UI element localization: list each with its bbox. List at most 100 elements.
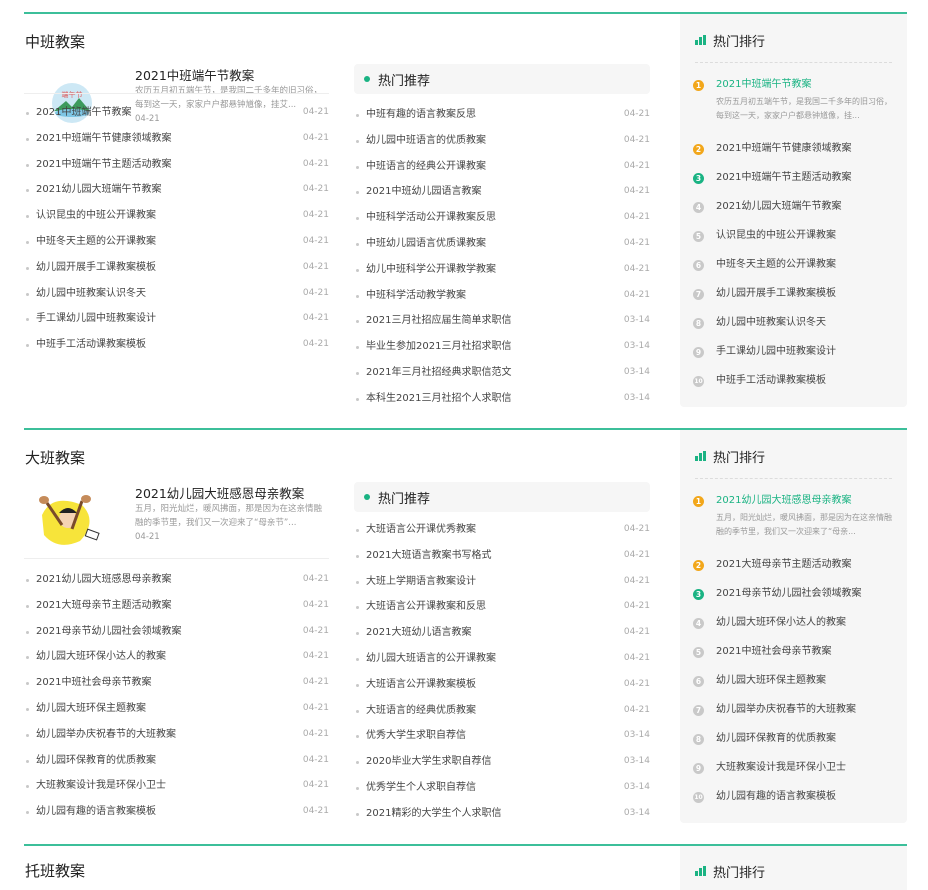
list-item[interactable]: 幼儿园举办庆祝春节的大班教案 04-21 <box>24 722 329 748</box>
list-item[interactable]: 2021幼儿园大班端午节教案 04-21 <box>24 177 329 203</box>
rank-title[interactable]: 大班教案设计我是环保小卫士 <box>716 761 846 775</box>
rank-title[interactable]: 幼儿园举办庆祝春节的大班教案 <box>716 703 856 717</box>
rank-title[interactable]: 中班手工活动课教案模板 <box>716 374 826 388</box>
list-item[interactable]: 中班语言的经典公开课教案 04-21 <box>354 154 650 180</box>
rank-title[interactable]: 2021中班端午节健康领域教案 <box>716 142 851 156</box>
list-item[interactable]: 2021中班端午节教案 04-21 <box>24 100 329 126</box>
featured-title[interactable]: 2021中班端午节教案 <box>135 65 254 84</box>
list-item[interactable]: 2020毕业大学生求职自荐信 03-14 <box>354 749 650 775</box>
list-item[interactable]: 幼儿园大班环保主题教案 04-21 <box>24 696 329 722</box>
rank-title[interactable]: 幼儿园中班教案认识冬天 <box>716 316 826 330</box>
item-title[interactable]: 幼儿园大班语言的公开课教案 <box>366 646 496 672</box>
item-title[interactable]: 幼儿园有趣的语言教案模板 <box>36 799 156 825</box>
ranking-item[interactable]: 1 2021幼儿园大班感恩母亲教案 五月，阳光灿烂，暖风拂面，那是因为在这亲情融融的… <box>693 494 895 558</box>
list-item[interactable]: 优秀大学生求职自荐信 03-14 <box>354 723 650 749</box>
ranking-item[interactable]: 9 手工课幼儿园中班教案设计 <box>693 345 895 374</box>
featured-article[interactable]: 2021幼儿园大班感恩母亲教案 五月，阳光灿烂，暖风拂面，那是因为在这亲情融融的… <box>24 483 329 553</box>
list-item[interactable]: 2021中班端午节主题活动教案 04-21 <box>24 152 329 178</box>
item-title[interactable]: 2021幼儿园大班感恩母亲教案 <box>36 567 171 593</box>
rank-title[interactable]: 2021中班端午节主题活动教案 <box>716 171 851 185</box>
item-title[interactable]: 2021大班母亲节主题活动教案 <box>36 593 171 619</box>
list-item[interactable]: 大班语言公开课教案模板 04-21 <box>354 672 650 698</box>
list-item[interactable]: 2021大班母亲节主题活动教案 04-21 <box>24 593 329 619</box>
item-title[interactable]: 优秀学生个人求职自荐信 <box>366 775 476 801</box>
ranking-item[interactable]: 3 2021母亲节幼儿园社会领域教案 <box>693 587 895 616</box>
list-item[interactable]: 2021大班幼儿语言教案 04-21 <box>354 620 650 646</box>
item-title[interactable]: 2021中班端午节健康领域教案 <box>36 126 171 152</box>
rank-title[interactable]: 幼儿园有趣的语言教案模板 <box>716 790 836 804</box>
list-item[interactable]: 幼儿园环保教育的优质教案 04-21 <box>24 748 329 774</box>
ranking-item[interactable]: 2 2021中班端午节健康领域教案 <box>693 142 895 171</box>
item-title[interactable]: 2021母亲节幼儿园社会领域教案 <box>36 619 181 645</box>
item-title[interactable]: 幼儿园大班环保小达人的教案 <box>36 644 166 670</box>
item-title[interactable]: 大班教案设计我是环保小卫士 <box>36 773 166 799</box>
rank-title[interactable]: 手工课幼儿园中班教案设计 <box>716 345 836 359</box>
item-title[interactable]: 中班手工活动课教案模板 <box>36 332 146 358</box>
item-title[interactable]: 2021中班社会母亲节教案 <box>36 670 151 696</box>
rank-title[interactable]: 幼儿园大班环保小达人的教案 <box>716 616 846 630</box>
ranking-item[interactable]: 10 幼儿园有趣的语言教案模板 <box>693 790 895 819</box>
item-title[interactable]: 大班语言公开课优秀教案 <box>366 517 476 543</box>
rank-title[interactable]: 2021母亲节幼儿园社会领域教案 <box>716 587 861 601</box>
list-item[interactable]: 手工课幼儿园中班教案设计 04-21 <box>24 306 329 332</box>
item-title[interactable]: 2021大班幼儿语言教案 <box>366 620 471 646</box>
list-item[interactable]: 大班语言公开课优秀教案 04-21 <box>354 517 650 543</box>
ranking-item[interactable]: 2 2021大班母亲节主题活动教案 <box>693 558 895 587</box>
list-item[interactable]: 2021精彩的大学生个人求职信 03-14 <box>354 801 650 827</box>
ranking-item[interactable]: 1 2021中班端午节教案 农历五月初五端午节，是我国二千多年的旧习俗，每到这一天，… <box>693 78 895 142</box>
item-title[interactable]: 手工课幼儿园中班教案设计 <box>36 306 156 332</box>
ranking-item[interactable]: 6 幼儿园大班环保主题教案 <box>693 674 895 703</box>
item-title[interactable]: 大班语言公开课教案和反思 <box>366 594 486 620</box>
list-item[interactable]: 幼儿园中班语言的优质教案 04-21 <box>354 128 650 154</box>
item-title[interactable]: 本科生2021三月社招个人求职信 <box>366 386 511 412</box>
ranking-item[interactable]: 8 幼儿园中班教案认识冬天 <box>693 316 895 345</box>
item-title[interactable]: 中班科学活动公开课教案反思 <box>366 205 496 231</box>
list-item[interactable]: 幼儿园大班语言的公开课教案 04-21 <box>354 646 650 672</box>
list-item[interactable]: 中班科学活动教学教案 04-21 <box>354 283 650 309</box>
ranking-item[interactable]: 7 幼儿园开展手工课教案模板 <box>693 287 895 316</box>
ranking-item[interactable]: 9 大班教案设计我是环保小卫士 <box>693 761 895 790</box>
list-item[interactable]: 2021母亲节幼儿园社会领域教案 04-21 <box>24 619 329 645</box>
ranking-item[interactable]: 5 认识昆虫的中班公开课教案 <box>693 229 895 258</box>
ranking-item[interactable]: 4 2021幼儿园大班端午节教案 <box>693 200 895 229</box>
section-title[interactable]: 大班教案 <box>25 447 85 468</box>
item-title[interactable]: 幼儿园环保教育的优质教案 <box>36 748 156 774</box>
item-title[interactable]: 中班科学活动教学教案 <box>366 283 466 309</box>
item-title[interactable]: 中班冬天主题的公开课教案 <box>36 229 156 255</box>
list-item[interactable]: 中班冬天主题的公开课教案 04-21 <box>24 229 329 255</box>
item-title[interactable]: 2021年三月社招经典求职信范文 <box>366 360 511 386</box>
item-title[interactable]: 优秀大学生求职自荐信 <box>366 723 466 749</box>
item-title[interactable]: 幼儿园中班教案认识冬天 <box>36 281 146 307</box>
list-item[interactable]: 2021三月社招应届生简单求职信 03-14 <box>354 308 650 334</box>
ranking-item[interactable]: 10 中班手工活动课教案模板 <box>693 374 895 403</box>
list-item[interactable]: 优秀学生个人求职自荐信 03-14 <box>354 775 650 801</box>
ranking-item[interactable]: 5 2021中班社会母亲节教案 <box>693 645 895 674</box>
rank-title[interactable]: 2021幼儿园大班端午节教案 <box>716 200 841 214</box>
rank-title[interactable]: 认识昆虫的中班公开课教案 <box>716 229 836 243</box>
item-title[interactable]: 中班语言的经典公开课教案 <box>366 154 486 180</box>
ranking-item[interactable]: 4 幼儿园大班环保小达人的教案 <box>693 616 895 645</box>
ranking-item[interactable]: 8 幼儿园环保教育的优质教案 <box>693 732 895 761</box>
list-item[interactable]: 幼儿园大班环保小达人的教案 04-21 <box>24 644 329 670</box>
featured-thumbnail[interactable] <box>32 485 112 553</box>
rank-title[interactable]: 2021中班社会母亲节教案 <box>716 645 831 659</box>
featured-title[interactable]: 2021幼儿园大班感恩母亲教案 <box>135 483 304 502</box>
ranking-item[interactable]: 7 幼儿园举办庆祝春节的大班教案 <box>693 703 895 732</box>
list-item[interactable]: 幼儿园有趣的语言教案模板 04-21 <box>24 799 329 825</box>
list-item[interactable]: 2021中班幼儿园语言教案 04-21 <box>354 179 650 205</box>
item-title[interactable]: 大班语言公开课教案模板 <box>366 672 476 698</box>
list-item[interactable]: 2021大班语言教案书写格式 04-21 <box>354 543 650 569</box>
rank-title[interactable]: 幼儿园开展手工课教案模板 <box>716 287 836 301</box>
list-item[interactable]: 中班手工活动课教案模板 04-21 <box>24 332 329 358</box>
list-item[interactable]: 认识昆虫的中班公开课教案 04-21 <box>24 203 329 229</box>
item-title[interactable]: 幼儿中班科学公开课教学教案 <box>366 257 496 283</box>
list-item[interactable]: 大班语言公开课教案和反思 04-21 <box>354 594 650 620</box>
rank-title[interactable]: 2021幼儿园大班感恩母亲教案 <box>716 494 851 508</box>
list-item[interactable]: 大班教案设计我是环保小卫士 04-21 <box>24 773 329 799</box>
list-item[interactable]: 毕业生参加2021三月社招求职信 03-14 <box>354 334 650 360</box>
rank-title[interactable]: 2021中班端午节教案 <box>716 78 811 92</box>
list-item[interactable]: 2021中班社会母亲节教案 04-21 <box>24 670 329 696</box>
list-item[interactable]: 2021幼儿园大班感恩母亲教案 04-21 <box>24 567 329 593</box>
list-item[interactable]: 幼儿园开展手工课教案模板 04-21 <box>24 255 329 281</box>
item-title[interactable]: 认识昆虫的中班公开课教案 <box>36 203 156 229</box>
